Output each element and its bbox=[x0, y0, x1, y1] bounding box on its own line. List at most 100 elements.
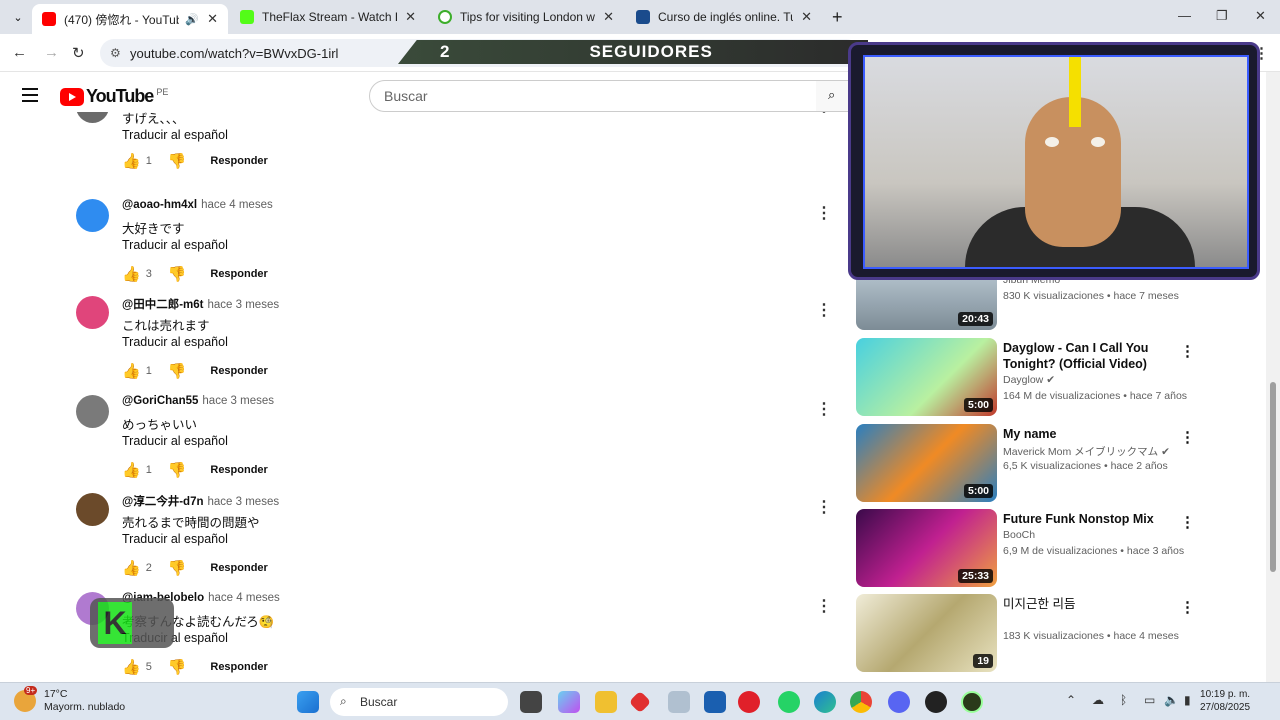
tab-curso-ingles[interactable]: Curso de inglés online. Tu sitio ✕ bbox=[626, 4, 822, 30]
network-icon[interactable]: ▭ bbox=[1144, 693, 1155, 707]
audio-icon[interactable]: 🔊 bbox=[185, 13, 199, 26]
store-icon[interactable] bbox=[704, 691, 726, 713]
scrollbar-thumb[interactable] bbox=[1270, 382, 1276, 572]
comment-time[interactable]: hace 4 meses bbox=[208, 592, 280, 604]
comment-more-icon[interactable]: ⋮ bbox=[816, 399, 832, 419]
chrome-icon[interactable] bbox=[850, 691, 872, 713]
dislike-icon[interactable]: 👎 bbox=[168, 265, 187, 283]
app-diamond-icon[interactable] bbox=[628, 690, 652, 714]
comment-author[interactable]: @aoao-hm4xl bbox=[122, 199, 197, 211]
tab-london-tips[interactable]: Tips for visiting London with yo ✕ bbox=[428, 4, 624, 30]
tab-theflax[interactable]: TheFlax Stream - Watch Live on ✕ bbox=[230, 4, 426, 30]
avatar[interactable] bbox=[76, 112, 109, 123]
forward-icon[interactable]: → bbox=[44, 44, 59, 61]
discord-icon[interactable] bbox=[888, 691, 910, 713]
comment-more-icon[interactable]: ⋮ bbox=[816, 112, 832, 116]
comment-author[interactable]: @淳二今井-d7n bbox=[122, 496, 204, 508]
comment-more-icon[interactable]: ⋮ bbox=[816, 203, 832, 223]
close-window-icon[interactable]: ✕ bbox=[1255, 8, 1266, 24]
comment-time[interactable]: hace 3 meses bbox=[208, 496, 280, 508]
copilot-icon[interactable] bbox=[558, 691, 580, 713]
avatar[interactable] bbox=[76, 493, 109, 526]
windows-start-icon[interactable] bbox=[297, 691, 319, 713]
avatar[interactable] bbox=[76, 199, 109, 232]
new-tab-button[interactable]: + bbox=[826, 4, 852, 30]
tray-chevron-icon[interactable]: ⌃ bbox=[1066, 693, 1076, 707]
video-title[interactable]: Future Funk Nonstop Mix bbox=[1003, 511, 1193, 527]
reply-button[interactable]: Responder bbox=[210, 155, 267, 167]
volume-icon[interactable]: 🔈 bbox=[1164, 693, 1179, 707]
tab-youtube[interactable]: (470) 傍惚れ - YouTube 🔊 ✕ bbox=[32, 4, 228, 34]
whatsapp-icon[interactable] bbox=[778, 691, 800, 713]
comment-more-icon[interactable]: ⋮ bbox=[816, 300, 832, 320]
video-thumbnail[interactable]: 25:33 bbox=[856, 509, 997, 587]
video-more-icon[interactable]: ⋮ bbox=[1180, 598, 1195, 616]
task-view-icon[interactable] bbox=[520, 691, 542, 713]
site-info-icon[interactable]: ⚙ bbox=[110, 46, 121, 60]
tab-close-icon[interactable]: ✕ bbox=[405, 9, 416, 25]
dislike-icon[interactable]: 👎 bbox=[168, 658, 187, 676]
comment-author[interactable]: @GoriChan55 bbox=[122, 395, 198, 407]
comment-time[interactable]: hace 4 meses bbox=[201, 199, 273, 211]
comment-time[interactable]: hace 3 meses bbox=[202, 395, 274, 407]
minimize-icon[interactable]: — bbox=[1178, 8, 1191, 23]
search-button[interactable]: ⌕ bbox=[816, 80, 850, 112]
app-folder-icon[interactable] bbox=[668, 691, 690, 713]
video-channel[interactable]: BooCh bbox=[1003, 529, 1035, 541]
video-title[interactable]: 미지근한 리듬 bbox=[1003, 596, 1193, 612]
reply-button[interactable]: Responder bbox=[210, 365, 267, 377]
battery-icon[interactable]: ▮ bbox=[1184, 693, 1191, 707]
like-icon[interactable]: 👍 bbox=[122, 265, 141, 283]
translate-link[interactable]: Traducir al español bbox=[122, 532, 228, 546]
reload-icon[interactable]: ↻ bbox=[72, 44, 85, 62]
like-icon[interactable]: 👍 bbox=[122, 559, 141, 577]
comment-more-icon[interactable]: ⋮ bbox=[816, 497, 832, 517]
video-channel[interactable]: Dayglow ✔ bbox=[1003, 374, 1055, 386]
translate-link[interactable]: Traducir al español bbox=[122, 128, 228, 142]
comment-author[interactable]: @田中二郎-m6t bbox=[122, 299, 204, 311]
avatar[interactable] bbox=[76, 296, 109, 329]
youtube-search-input[interactable]: Buscar bbox=[369, 80, 817, 112]
opera-icon[interactable] bbox=[738, 691, 760, 713]
like-icon[interactable]: 👍 bbox=[122, 658, 141, 676]
taskbar-clock[interactable]: 10:19 p. m. 27/08/2025 bbox=[1200, 688, 1250, 714]
dislike-icon[interactable]: 👎 bbox=[168, 559, 187, 577]
hamburger-menu-icon[interactable] bbox=[22, 88, 38, 102]
video-title[interactable]: My name bbox=[1003, 426, 1193, 442]
comment-more-icon[interactable]: ⋮ bbox=[816, 596, 832, 616]
video-item[interactable]: 19 미지근한 리듬 183 K visualizaciones • hace … bbox=[856, 594, 1266, 674]
avatar[interactable] bbox=[76, 395, 109, 428]
maximize-icon[interactable]: ❐ bbox=[1216, 8, 1228, 24]
page-scrollbar[interactable] bbox=[1266, 72, 1280, 682]
video-more-icon[interactable]: ⋮ bbox=[1180, 513, 1195, 531]
video-thumbnail[interactable]: 5:00 bbox=[856, 424, 997, 502]
tab-close-icon[interactable]: ✕ bbox=[603, 9, 614, 25]
cloud-icon[interactable]: ☁ bbox=[1092, 693, 1104, 707]
video-channel[interactable]: Maverick Mom メイブリックマム ✔ bbox=[1003, 444, 1170, 459]
video-item[interactable]: 25:33 Future Funk Nonstop Mix BooCh 6,9 … bbox=[856, 509, 1266, 589]
video-more-icon[interactable]: ⋮ bbox=[1180, 342, 1195, 360]
weather-widget[interactable]: 9+ 17°C Mayorm. nublado bbox=[14, 686, 125, 714]
bluetooth-icon[interactable]: ᛒ bbox=[1120, 693, 1127, 707]
app-dark-icon[interactable] bbox=[925, 691, 947, 713]
like-icon[interactable]: 👍 bbox=[122, 152, 141, 170]
reply-button[interactable]: Responder bbox=[210, 661, 267, 673]
translate-link[interactable]: Traducir al español bbox=[122, 335, 228, 349]
tab-search-dropdown-icon[interactable]: ⌄ bbox=[8, 8, 28, 26]
like-icon[interactable]: 👍 bbox=[122, 461, 141, 479]
translate-link[interactable]: Traducir al español bbox=[122, 434, 228, 448]
translate-link[interactable]: Traducir al español bbox=[122, 238, 228, 252]
comment-time[interactable]: hace 3 meses bbox=[208, 299, 280, 311]
video-thumbnail[interactable]: 5:00 bbox=[856, 338, 997, 416]
reply-button[interactable]: Responder bbox=[210, 464, 267, 476]
reply-button[interactable]: Responder bbox=[210, 268, 267, 280]
reply-button[interactable]: Responder bbox=[210, 562, 267, 574]
video-title[interactable]: Dayglow - Can I Call You Tonight? (Offic… bbox=[1003, 340, 1193, 372]
youtube-logo[interactable]: YouTube PE bbox=[60, 86, 168, 107]
edge-icon[interactable] bbox=[814, 691, 836, 713]
tab-close-icon[interactable]: ✕ bbox=[801, 9, 812, 25]
app-obs-icon[interactable] bbox=[961, 691, 983, 713]
video-thumbnail[interactable]: 19 bbox=[856, 594, 997, 672]
tab-close-icon[interactable]: ✕ bbox=[207, 11, 218, 27]
video-item[interactable]: 5:00 My name Maverick Mom メイブリックマム ✔ 6,5… bbox=[856, 424, 1266, 504]
